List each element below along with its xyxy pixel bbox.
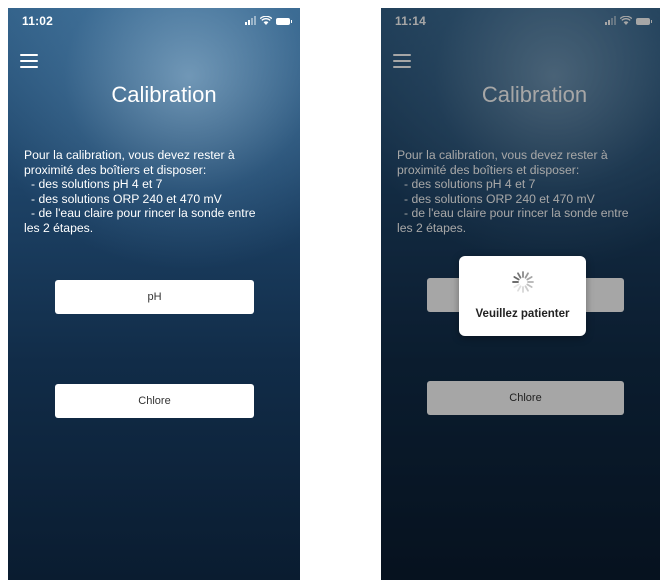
chlore-calibration-button[interactable]: Chlore <box>55 384 254 418</box>
instruction-line: Pour la calibration, vous devez rester à <box>24 148 235 162</box>
phone-screen-calibration-loading: 11:14 Calibration Pour la calibration, v… <box>381 8 660 580</box>
instruction-line: proximité des boîtiers et disposer: <box>24 162 207 177</box>
instruction-bullet-orp: - des solutions ORP 240 et 470 mV <box>31 191 222 206</box>
ph-calibration-button[interactable]: pH <box>55 280 254 314</box>
spinner-icon <box>511 271 534 293</box>
instruction-line: les 2 étapes. <box>24 220 94 235</box>
loading-dialog: Veuillez patienter <box>459 256 586 336</box>
calibration-instructions: Pour la calibration, vous devez rester à… <box>24 148 294 235</box>
signal-icon <box>245 16 256 25</box>
loading-text: Veuillez patienter <box>475 308 570 320</box>
page-title: Calibration <box>111 82 217 107</box>
instruction-bullet-water: - de l'eau claire pour rincer la sonde e… <box>31 206 256 220</box>
status-bar: 11:02 <box>8 8 300 32</box>
status-time: 11:02 <box>22 14 54 28</box>
phone-screen-calibration: 11:02 Calibration Pour la calibration, v… <box>8 8 300 580</box>
status-icons <box>245 16 292 25</box>
menu-icon[interactable] <box>20 54 38 68</box>
instruction-bullet-ph: - des solutions pH 4 et 7 <box>31 177 163 191</box>
wifi-icon <box>260 16 272 25</box>
battery-icon <box>276 18 292 25</box>
